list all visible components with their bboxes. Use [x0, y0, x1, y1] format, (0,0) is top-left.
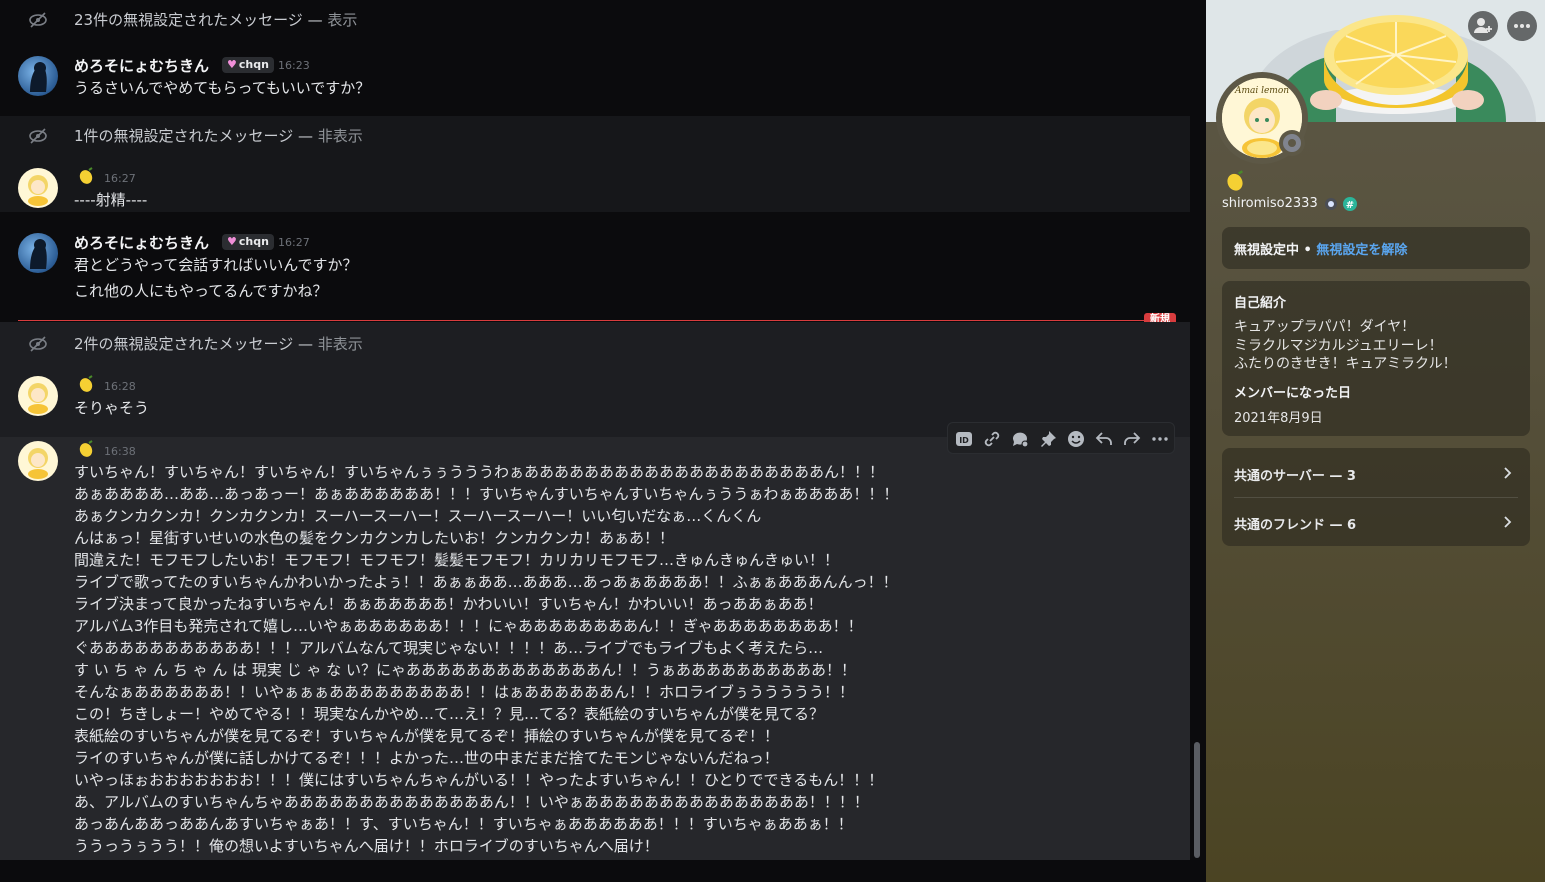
message-text: ライブで歌ってたのすいちゃんかわいかったよぅ！！あぁぁああ…あああ…あっあぁああ… [74, 573, 898, 591]
message-text: ううっうぅうう！！俺の想いよすいちゃんへ届け！！ホロライブのすいちゃんへ届け！ [74, 837, 659, 855]
more-icon[interactable] [1150, 429, 1170, 449]
eye-slash-icon [29, 336, 47, 352]
avatar-text: Amai lemon [1234, 86, 1289, 96]
ignored-messages-bar: 23件の無視設定されたメッセージ — 表示 [0, 0, 1190, 40]
mutuals-card: 共通のサーバー — 3 共通のフレンド — 6 [1222, 448, 1530, 546]
message-timestamp: 16:27 [278, 236, 310, 249]
pin-icon[interactable] [1038, 429, 1058, 449]
message-author[interactable]: めろそにょむちきん [74, 232, 209, 253]
emoji-icon[interactable] [1066, 429, 1086, 449]
scrollbar-track[interactable] [1192, 0, 1200, 860]
mutual-servers-row[interactable]: 共通のサーバー — 3 [1222, 448, 1530, 497]
message-text: ライブ決まって良かったねすいちゃん！あぁあああああ！かわいい！すいちゃん！かわい… [74, 595, 823, 613]
message-timestamp: 16:27 [104, 172, 136, 185]
message-text: うるさいんでやめてもらってもいいですか？ [74, 79, 371, 97]
ignored-status-text: 無視設定中 • 無視設定を解除 [1234, 243, 1408, 258]
ignored-messages-bar: 2件の無視設定されたメッセージ — 非表示 [0, 324, 1190, 364]
message-text: 間違えた！モフモフしたいお！モフモフ！モフモフ！髪髪モフモフ！カリカリモフモフ…… [74, 551, 840, 569]
ignored-messages-text: 1件の無視設定されたメッセージ — 非表示 [74, 127, 363, 145]
about-me-label: 自己紹介 [1234, 296, 1287, 311]
chevron-right-icon [1504, 516, 1512, 528]
show-ignored-link[interactable]: 表示 [327, 11, 357, 29]
message-text: アルバム3作目も発売されて嬉し…いやぁああああああ！！！にゃああああああああん！… [74, 617, 863, 635]
hide-ignored-link[interactable]: 非表示 [318, 127, 363, 145]
lemon-emoji-icon [79, 440, 93, 457]
ignored-status-card: 無視設定中 • 無視設定を解除 [1222, 227, 1530, 269]
mutual-servers-label: 共通のサーバー — 3 [1234, 469, 1356, 484]
avatar[interactable] [18, 168, 58, 208]
message-author[interactable]: めろそにょむちきん [74, 55, 209, 76]
user-profile-panel: Amai lemon shiromiso2333 # 無視設定中 • 無視設定を… [1206, 0, 1545, 882]
add-friend-button[interactable] [1468, 11, 1498, 41]
eye-slash-icon [29, 128, 47, 144]
svg-text:ID: ID [959, 436, 969, 445]
profile-badges: # [1324, 196, 1364, 216]
message-text: すいちゃん！すいちゃん！すいちゃん！すいちゃんぅぅうううわぁああああああああああ… [74, 463, 885, 481]
about-me-text: ミラクルマジカルジュエリーレ！ [1234, 338, 1443, 354]
message-text: そんなぁああああああ！！いやぁぁぁあああああああああ！！はぁああああああん！！ホ… [74, 683, 855, 701]
link-icon[interactable] [982, 429, 1002, 449]
avatar[interactable] [18, 56, 58, 96]
message-timestamp: 16:28 [104, 380, 136, 393]
profile-more-button[interactable] [1507, 11, 1537, 41]
hashtag-badge-icon[interactable]: # [1343, 197, 1357, 211]
hide-ignored-link[interactable]: 非表示 [318, 335, 363, 353]
mutual-friends-row[interactable]: 共通のフレンド — 6 [1222, 497, 1530, 546]
message-text: ライのすいちゃんが僕に話しかけてるぞ！！！よかった…世の中まだまだ捨てたモンじゃ… [74, 749, 779, 767]
chevron-right-icon [1504, 467, 1512, 479]
message-text: あ、アルバムのすいちゃんちゃああああああああああああああん！！いやぁああああああ… [74, 793, 869, 811]
ignored-messages-text: 23件の無視設定されたメッセージ — 表示 [74, 11, 358, 29]
message-text: この！ちきしょー！やめてやる！！現実なんかやめ…て…え！？見…てる？表紙絵のすい… [74, 705, 825, 723]
message-text: これ他の人にもやってるんですかね？ [74, 282, 328, 300]
reply-icon[interactable] [1094, 429, 1114, 449]
thread-icon[interactable] [1010, 429, 1030, 449]
message-text: んはぁっ！星街すいせいの水色の髪をクンカクンカしたいお！クンカクンカ！あぁあ！！ [74, 529, 675, 547]
message-text: そりゃそう [74, 399, 150, 417]
message-text: 表紙絵のすいちゃんが僕を見てるぞ！すいちゃんが僕を見てるぞ！挿絵のすいちゃんが僕… [74, 727, 780, 745]
forward-icon[interactable] [1122, 429, 1142, 449]
message-text: 君とどうやって会話すればいいんですか？ [74, 256, 358, 274]
clan-tag[interactable]: ♥ chqn [222, 57, 274, 73]
clan-tag[interactable]: ♥ chqn [222, 234, 274, 250]
member-since-label: メンバーになった日 [1234, 386, 1352, 401]
moon-badge-icon[interactable] [1325, 198, 1337, 210]
ignored-messages-text: 2件の無視設定されたメッセージ — 非表示 [74, 335, 363, 353]
avatar[interactable] [18, 233, 58, 273]
about-me-text: キュアップラパパ！ダイヤ！ [1234, 319, 1416, 335]
lemon-emoji-icon [79, 375, 93, 392]
lemon-emoji-icon [1227, 170, 1244, 191]
mutual-friends-label: 共通のフレンド — 6 [1234, 518, 1357, 533]
lemon-emoji-icon [79, 167, 93, 184]
message-text: ----射精---- [74, 191, 148, 209]
eye-slash-icon [29, 12, 47, 28]
offline-status-icon [1279, 130, 1305, 156]
avatar[interactable] [18, 376, 58, 416]
member-since-date: 2021年8月9日 [1234, 411, 1323, 426]
message-actions-toolbar: ID [947, 422, 1175, 454]
message-text: あぁああああ…ああ…あっあっー！あぁああああああ！！！すいちゃんすいちゃんすいち… [74, 485, 899, 503]
id-icon[interactable]: ID [954, 429, 974, 449]
message-text: す い ち ゃ ん ち ゃ ん は 現実 じ ゃ な い？にゃあああああああああ… [74, 661, 856, 679]
scrollbar-thumb[interactable] [1194, 742, 1200, 858]
add-friend-icon [1474, 18, 1492, 33]
message-text: いやっほぉおおおおおおお！！！僕にはすいちゃんちゃんがいる！！やったよすいちゃん… [74, 771, 884, 789]
unignore-link[interactable]: 無視設定を解除 [1316, 243, 1407, 258]
about-me-text: ふたりのきせき！キュアミラクル！ [1234, 356, 1457, 372]
about-me-card: 自己紹介 キュアップラパパ！ダイヤ！ ミラクルマジカルジュエリーレ！ ふたりのき… [1222, 281, 1530, 436]
message-text: ぐあああああああああああ！！！アルバムなんて現実じゃない！！！！あ…ライブでもラ… [74, 639, 824, 657]
message-timestamp: 16:38 [104, 445, 136, 458]
new-messages-divider [18, 320, 1174, 321]
message-text: あっあんああっああんあすいちゃぁあ！！す、すいちゃん！！すいちゃぁああああああ！… [74, 815, 853, 833]
message-timestamp: 16:23 [278, 59, 310, 72]
profile-username[interactable]: shiromiso2333 [1222, 196, 1318, 211]
avatar[interactable] [18, 441, 58, 481]
more-icon [1514, 24, 1530, 28]
ignored-messages-bar: 1件の無視設定されたメッセージ — 非表示 [0, 116, 1190, 156]
chat-pane: 23件の無視設定されたメッセージ — 表示 めろそにょむちきん ♥ chqn 16… [0, 0, 1206, 882]
svg-text:#: # [1346, 200, 1354, 211]
message-text: あぁクンカクンカ！クンカクンカ！スーハースーハー！スーハースーハー！いい匂いだな… [74, 507, 762, 525]
